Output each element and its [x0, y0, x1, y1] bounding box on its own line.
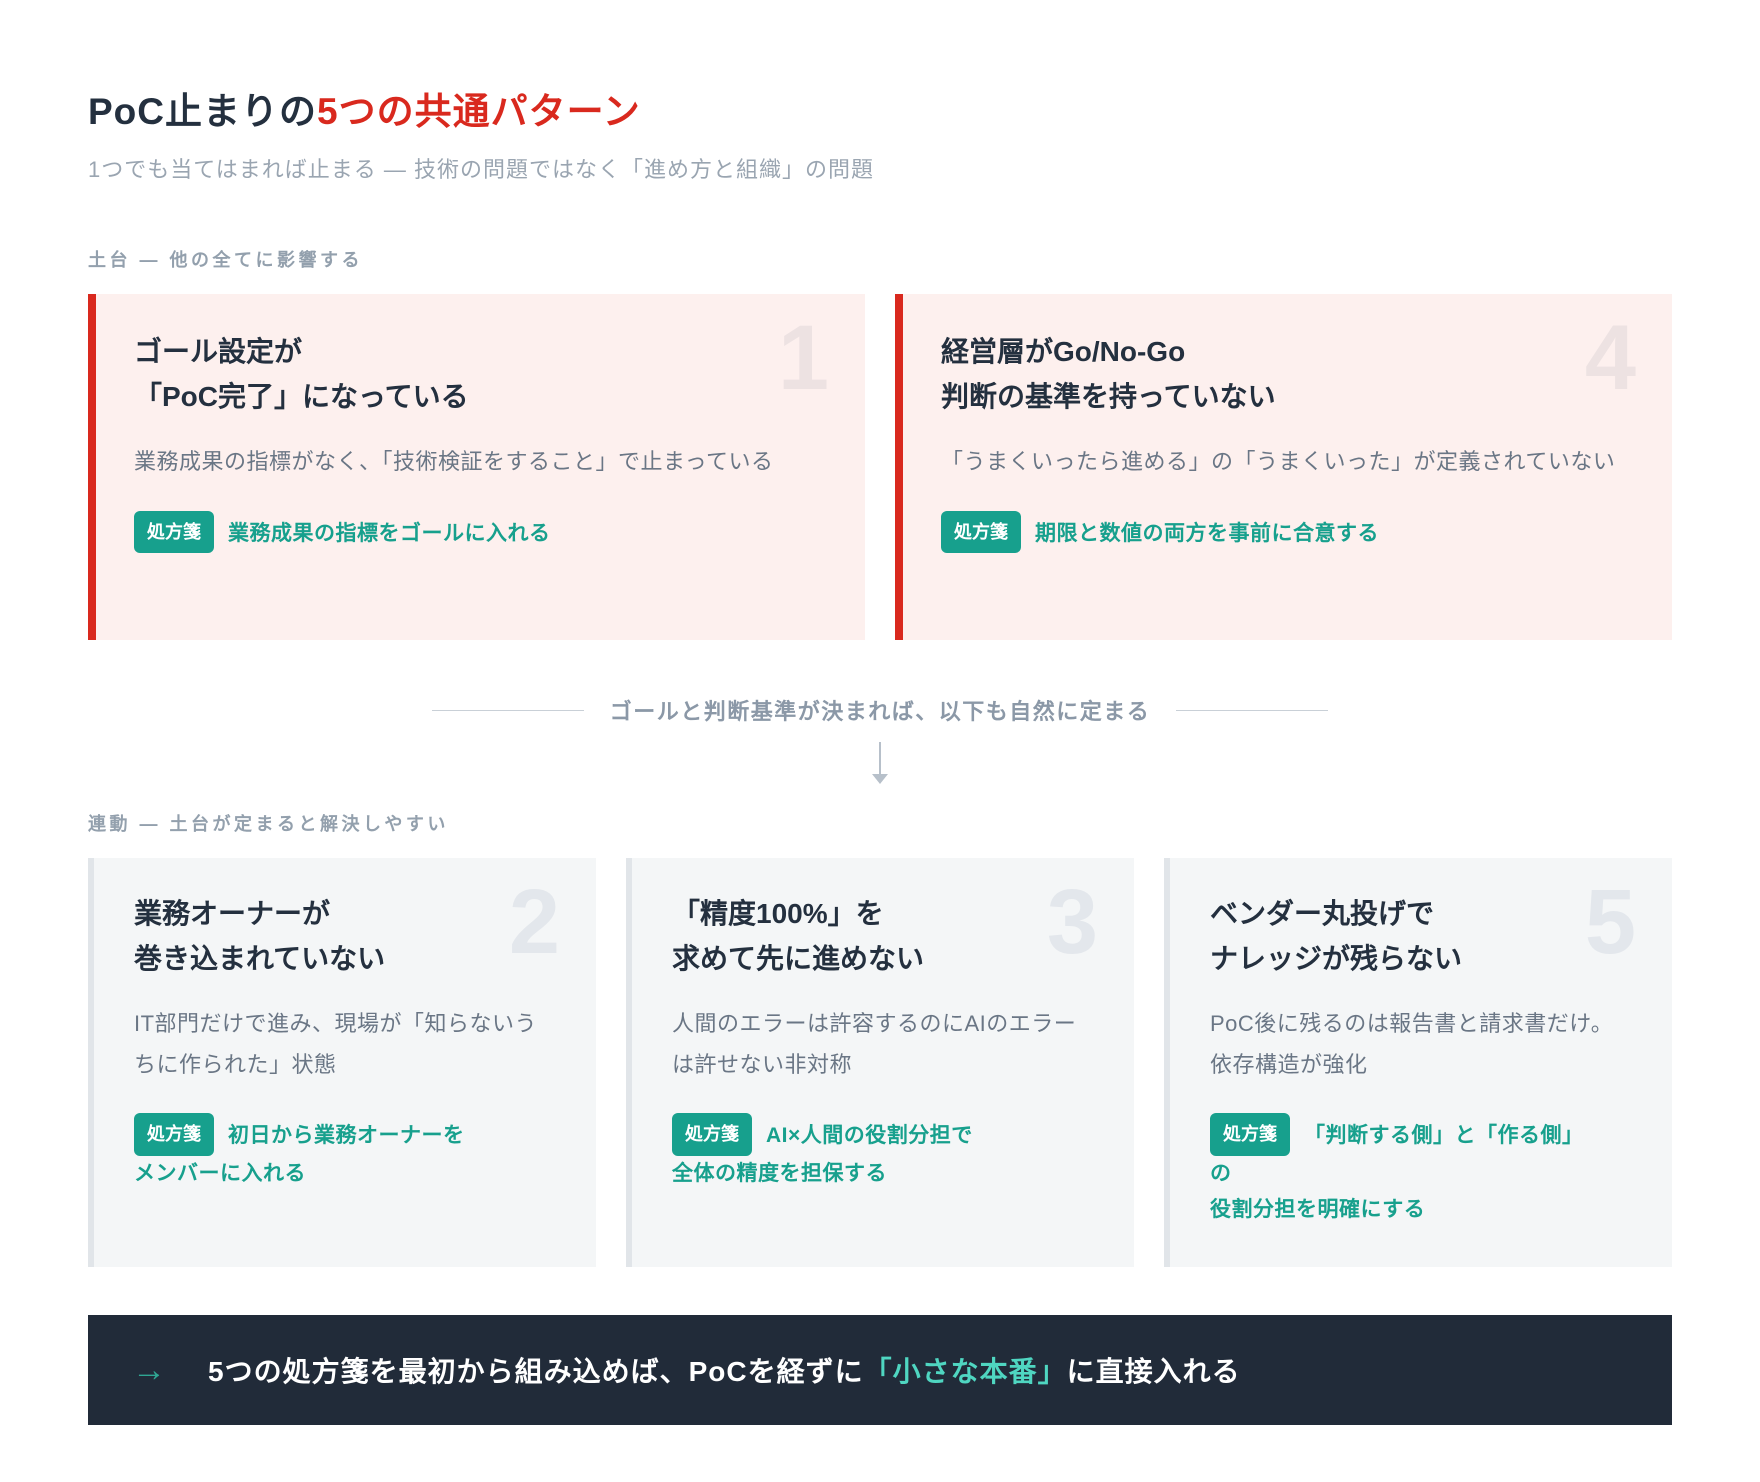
prescription-badge: 処方箋 [672, 1113, 752, 1156]
arrow-right-icon: → [132, 1353, 166, 1387]
card-title: 経営層がGo/No-Go 判断の基準を持っていない [941, 330, 1628, 420]
card-title: 業務オーナーが 巻き込まれていない [134, 892, 556, 982]
card-description: PoC後に残るのは報告書と請求書だけ。依存構造が強化 [1210, 1004, 1632, 1085]
poc-patterns-infographic: PoC止まりの5つの共通パターン 1つでも当てはまれば止まる — 技術の問題では… [0, 0, 1760, 1425]
conclusion-banner: → 5つの処方箋を最初から組み込めば、PoCを経ずに「小さな本番」に直接入れる [88, 1315, 1672, 1425]
transition-divider: ゴールと判断基準が決まれば、以下も自然に定まる [88, 694, 1672, 726]
prescription-badge: 処方箋 [134, 511, 214, 554]
page-title-dark: PoC止まりの [88, 91, 317, 132]
page-subtitle: 1つでも当てはまれば止まる — 技術の問題ではなく「進め方と組織」の問題 [88, 152, 1672, 184]
banner-highlight: 「小さな本番」 [864, 1356, 1067, 1387]
card-description: 「うまくいったら進める」の「うまくいった」が定義されていない [941, 442, 1628, 483]
card-description: 人間のエラーは許容するのにAIのエラーは許せない非対称 [672, 1004, 1094, 1085]
pattern-card-2: 2 業務オーナーが 巻き込まれていない IT部門だけで進み、現場が「知らないうち… [88, 858, 596, 1267]
banner-text: 5つの処方箋を最初から組み込めば、PoCを経ずに「小さな本番」に直接入れる [208, 1350, 1241, 1390]
prescription-row: 処方箋AI×人間の役割分担で 全体の精度を担保する [672, 1113, 1094, 1191]
banner-text-before: 5つの処方箋を最初から組み込めば、PoCを経ずに [208, 1356, 864, 1387]
banner-text-after: に直接入れる [1067, 1356, 1241, 1387]
pattern-card-5: 5 ベンダー丸投げで ナレッジが残らない PoC後に残るのは報告書と請求書だけ。… [1164, 858, 1672, 1267]
linked-card-row: 2 業務オーナーが 巻き込まれていない IT部門だけで進み、現場が「知らないうち… [88, 858, 1672, 1267]
arrow-down-icon [88, 742, 1672, 784]
pattern-card-1: 1 ゴール設定が 「PoC完了」になっている 業務成果の指標がなく、「技術検証を… [88, 294, 865, 640]
prescription-badge: 処方箋 [1210, 1113, 1290, 1156]
pattern-card-4: 4 経営層がGo/No-Go 判断の基準を持っていない 「うまくいったら進める」… [895, 294, 1672, 640]
card-title: ゴール設定が 「PoC完了」になっている [134, 330, 821, 420]
section-label-linked: 連動 — 土台が定まると解決しやすい [88, 810, 1672, 836]
card-description: 業務成果の指標がなく、「技術検証をすること」で止まっている [134, 442, 821, 483]
prescription-badge: 処方箋 [134, 1113, 214, 1156]
foundation-card-row: 1 ゴール設定が 「PoC完了」になっている 業務成果の指標がなく、「技術検証を… [88, 294, 1672, 640]
prescription-row: 処方箋業務成果の指標をゴールに入れる [134, 511, 821, 554]
divider-text: ゴールと判断基準が決まれば、以下も自然に定まる [610, 694, 1151, 726]
section-label-foundation: 土台 — 他の全てに影響する [88, 246, 1672, 272]
card-description: IT部門だけで進み、現場が「知らないうちに作られた」状態 [134, 1004, 556, 1085]
prescription-row: 処方箋「判断する側」と「作る側」 の 役割分担を明確にする [1210, 1113, 1632, 1227]
card-title: 「精度100%」を 求めて先に進めない [672, 892, 1094, 982]
page-title-red: 5つの共通パターン [317, 91, 641, 132]
prescription-badge: 処方箋 [941, 511, 1021, 554]
prescription-row: 処方箋初日から業務オーナーを メンバーに入れる [134, 1113, 556, 1191]
pattern-card-3: 3 「精度100%」を 求めて先に進めない 人間のエラーは許容するのにAIのエラ… [626, 858, 1134, 1267]
card-title: ベンダー丸投げで ナレッジが残らない [1210, 892, 1632, 982]
prescription-text: 業務成果の指標をゴールに入れる [228, 522, 551, 545]
page-title: PoC止まりの5つの共通パターン [88, 90, 1672, 134]
divider-line-left [432, 710, 584, 711]
prescription-text: 期限と数値の両方を事前に合意する [1035, 522, 1379, 545]
divider-line-right [1176, 710, 1328, 711]
prescription-row: 処方箋期限と数値の両方を事前に合意する [941, 511, 1628, 554]
